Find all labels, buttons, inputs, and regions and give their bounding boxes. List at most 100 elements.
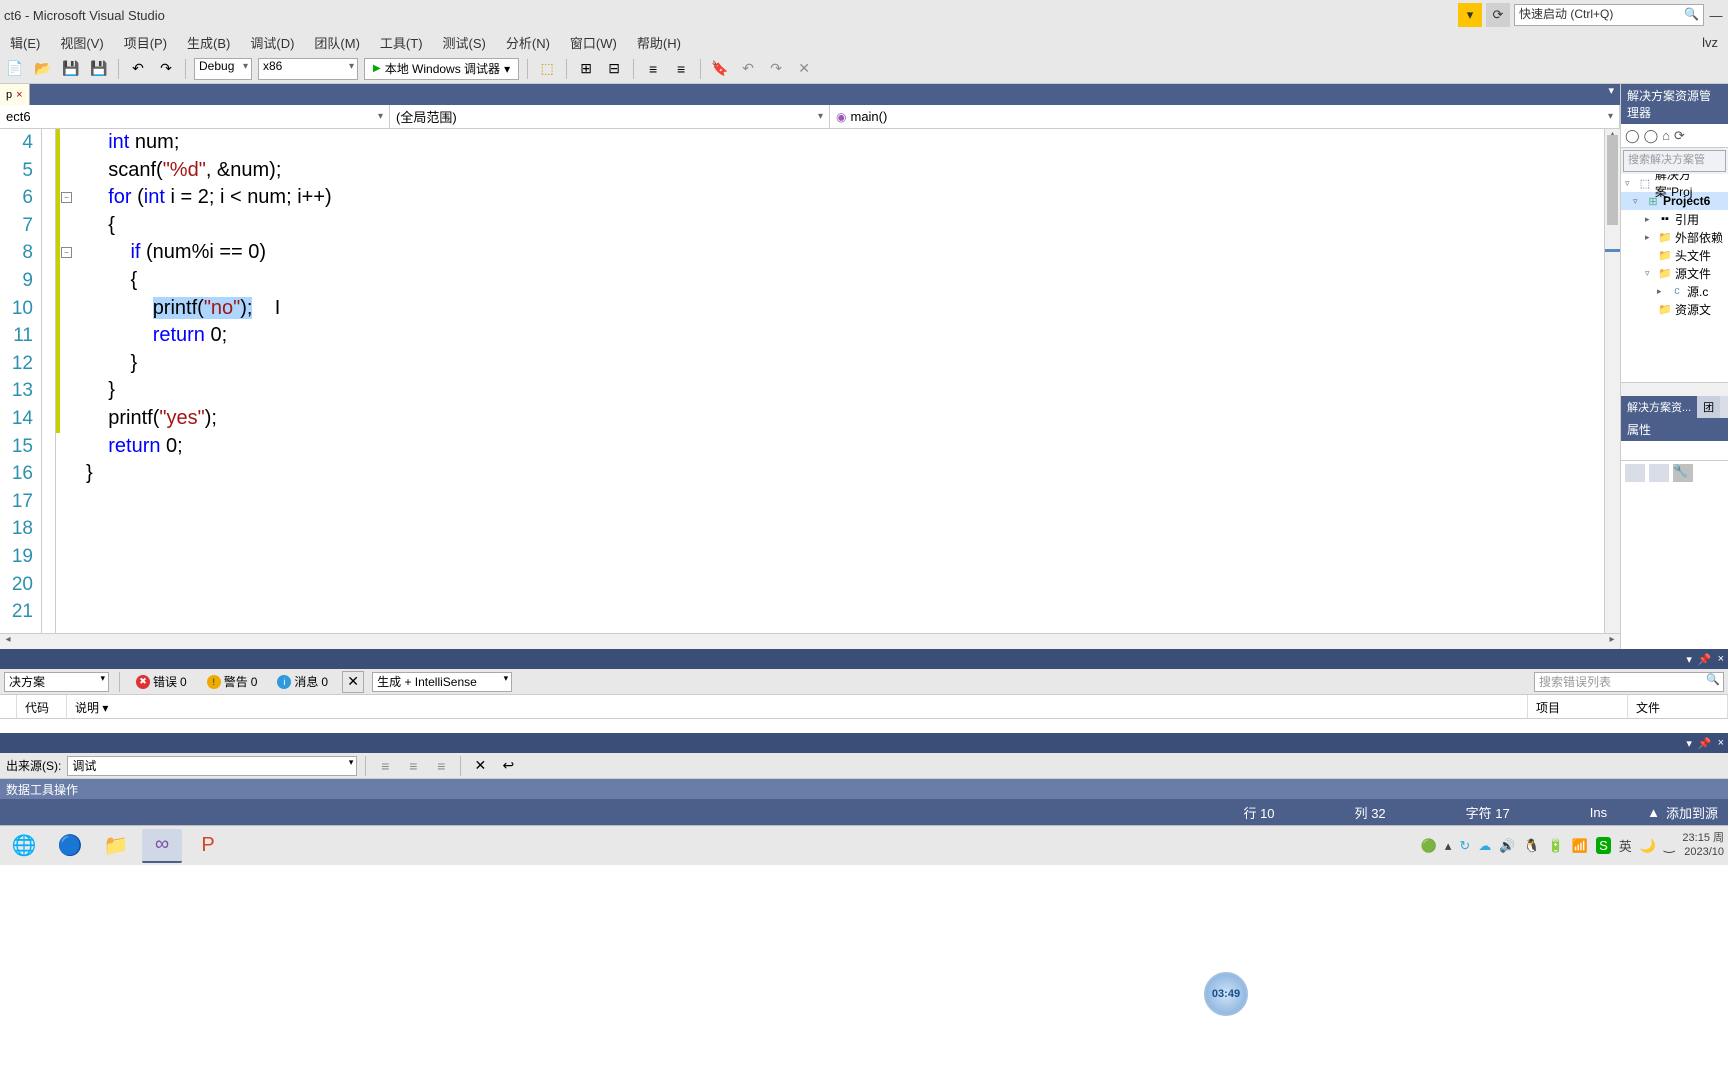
nav-next-icon[interactable]: ↷	[765, 58, 787, 80]
moon-icon[interactable]: 🌙	[1640, 838, 1656, 854]
explorer-icon[interactable]: 📁	[96, 829, 136, 863]
close-tab-icon[interactable]: ×	[16, 89, 22, 101]
menu-analyze[interactable]: 分析(N)	[500, 31, 556, 54]
prop-alpha-icon[interactable]	[1649, 464, 1669, 482]
menu-tools[interactable]: 工具(T)	[374, 31, 429, 54]
start-debug-button[interactable]: 本地 Windows 调试器 ▾	[364, 58, 519, 80]
tool-icon-1[interactable]: ⬚	[536, 58, 558, 80]
indent-right-icon[interactable]: ≡	[670, 58, 692, 80]
tree-scrollbar[interactable]	[1621, 382, 1728, 396]
prop-wrench-icon[interactable]: 🔧	[1673, 464, 1693, 482]
menu-build[interactable]: 生成(B)	[181, 31, 236, 54]
redo-icon[interactable]: ↷	[155, 58, 177, 80]
chrome-icon[interactable]: 🔵	[50, 829, 90, 863]
save-icon[interactable]: 💾	[60, 58, 82, 80]
tray-penguin-icon[interactable]: 🐧	[1524, 838, 1540, 854]
notifications-icon[interactable]: ▾	[1458, 3, 1482, 27]
document-tab[interactable]: p ×	[0, 84, 30, 105]
menu-view[interactable]: 视图(V)	[54, 31, 109, 54]
edge-icon[interactable]: 🌐	[4, 829, 44, 863]
menu-team[interactable]: 团队(M)	[308, 31, 366, 54]
platform-dropdown[interactable]: x86	[258, 58, 358, 80]
vertical-scrollbar[interactable]: ▴	[1604, 129, 1620, 633]
user-label[interactable]: lvz	[1696, 33, 1724, 52]
taskbar-clock[interactable]: 23:15 周 2023/10	[1682, 832, 1724, 858]
powerpoint-icon[interactable]: P	[188, 829, 228, 863]
horizontal-scrollbar[interactable]: ◂▸	[0, 633, 1620, 649]
new-icon[interactable]: 📄	[4, 58, 26, 80]
feedback-icon[interactable]: ⟳	[1486, 3, 1510, 27]
minimize-button[interactable]: —	[1708, 8, 1724, 23]
vs-icon[interactable]: ∞	[142, 829, 182, 863]
clear-filter-icon[interactable]: ✕	[342, 671, 364, 693]
indent-left-icon[interactable]: ≡	[642, 58, 664, 80]
col-project[interactable]: 项目	[1528, 695, 1628, 718]
menu-debug[interactable]: 调试(D)	[244, 31, 300, 54]
panel-dropdown-icon[interactable]: ▾	[1686, 653, 1692, 666]
tray-wifi-icon[interactable]: 📶	[1572, 838, 1588, 854]
menu-window[interactable]: 窗口(W)	[564, 31, 623, 54]
tray-sync-icon[interactable]: ↻	[1459, 838, 1470, 854]
col-description[interactable]: 说明 ▾	[67, 695, 1528, 718]
tray-volume-icon[interactable]: 🔊	[1499, 838, 1515, 854]
panel-pin-icon[interactable]: 📌	[1698, 653, 1712, 666]
nav-prev-icon[interactable]: ↶	[737, 58, 759, 80]
tab-overflow-icon[interactable]: ▾	[1608, 84, 1620, 105]
tab-team[interactable]: 团	[1697, 396, 1720, 418]
panel-close-icon[interactable]: ×	[1718, 653, 1724, 665]
save-all-icon[interactable]: 💾	[88, 58, 110, 80]
warnings-filter[interactable]: !警告 0	[201, 671, 264, 692]
status-add-label[interactable]: 添加到源	[1666, 803, 1718, 822]
panel-pin-icon[interactable]: 📌	[1698, 737, 1712, 750]
refresh-icon[interactable]: ⟳	[1674, 128, 1685, 144]
add-to-source-icon[interactable]: ▲	[1647, 805, 1660, 820]
col-file[interactable]: 文件	[1628, 695, 1728, 718]
messages-filter[interactable]: i消息 0	[271, 671, 334, 692]
tray-cloud-icon[interactable]: ☁	[1478, 838, 1491, 854]
menu-edit[interactable]: 辑(E)	[4, 31, 46, 54]
output-source-dropdown[interactable]: 调试	[67, 756, 357, 776]
nav-fwd-icon[interactable]: ◯	[1644, 128, 1659, 144]
panel-close-icon[interactable]: ×	[1718, 737, 1724, 749]
scope-project-dropdown[interactable]: ect6	[0, 105, 390, 128]
col-code[interactable]: 代码	[17, 695, 67, 718]
menu-test[interactable]: 测试(S)	[437, 31, 492, 54]
fold-toggle-icon[interactable]: −	[61, 192, 72, 203]
tray-battery-icon[interactable]: 🔋	[1548, 838, 1564, 854]
tool-icon-2[interactable]: ⊞	[575, 58, 597, 80]
out-icon-2[interactable]: ≡	[402, 755, 424, 777]
error-search-input[interactable]: 搜索错误列表	[1534, 672, 1724, 692]
ime-label[interactable]: 英	[1619, 836, 1632, 855]
scope-global-dropdown[interactable]: (全局范围)	[390, 105, 830, 128]
tray-extra-icon[interactable]: ‿	[1664, 838, 1674, 854]
out-icon-1[interactable]: ≡	[374, 755, 396, 777]
data-tools-tab[interactable]: 数据工具操作	[0, 779, 1728, 799]
menu-project[interactable]: 项目(P)	[118, 31, 173, 54]
prop-category-icon[interactable]	[1625, 464, 1645, 482]
out-clear-icon[interactable]: ✕	[469, 755, 491, 777]
error-scope-dropdown[interactable]: 决方案	[4, 672, 109, 692]
tray-up-icon[interactable]: ▴	[1445, 838, 1452, 854]
quick-launch-input[interactable]: 快速启动 (Ctrl+Q)	[1514, 4, 1704, 26]
open-icon[interactable]: 📂	[32, 58, 54, 80]
tab-solution-explorer[interactable]: 解决方案资...	[1621, 396, 1697, 418]
out-icon-3[interactable]: ≡	[430, 755, 452, 777]
solution-search-input[interactable]: 搜索解决方案管	[1623, 150, 1726, 172]
tray-icon[interactable]: 🟢	[1421, 838, 1437, 854]
errors-filter[interactable]: ✖错误 0	[130, 671, 193, 692]
fold-toggle-icon[interactable]: −	[61, 247, 72, 258]
undo-icon[interactable]: ↶	[127, 58, 149, 80]
scope-function-dropdown[interactable]: ◉main()	[830, 105, 1620, 128]
tool-icon-3[interactable]: ⊟	[603, 58, 625, 80]
ime-icon[interactable]: S	[1596, 837, 1611, 854]
fold-margin[interactable]: − −	[60, 129, 74, 633]
home-icon[interactable]: ⌂	[1662, 128, 1670, 143]
menu-help[interactable]: 帮助(H)	[631, 31, 687, 54]
config-dropdown[interactable]: Debug	[194, 58, 252, 80]
breakpoint-margin[interactable]	[42, 129, 56, 633]
nav-clear-icon[interactable]: ✕	[793, 58, 815, 80]
build-filter-dropdown[interactable]: 生成 + IntelliSense	[372, 672, 512, 692]
panel-dropdown-icon[interactable]: ▾	[1686, 737, 1692, 750]
out-wrap-icon[interactable]: ↩	[497, 755, 519, 777]
nav-back-icon[interactable]: ◯	[1625, 128, 1640, 144]
